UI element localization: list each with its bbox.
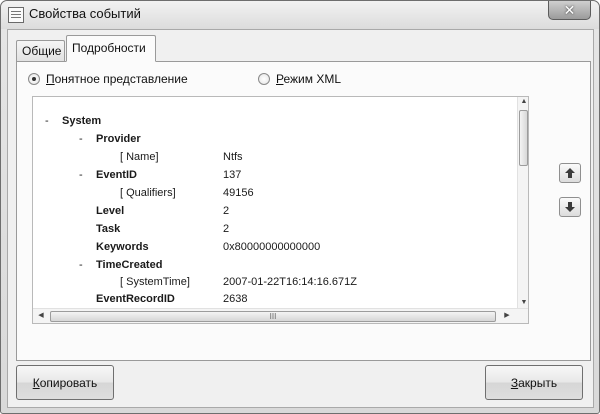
vertical-scrollbar[interactable]: ▲ ▼ xyxy=(517,97,528,308)
tree-key: [ Qualifiers] xyxy=(120,187,176,199)
tree-key: EventRecordID xyxy=(96,293,175,305)
tree-key: System xyxy=(62,115,102,127)
scroll-down-icon[interactable]: ▼ xyxy=(518,298,528,308)
next-event-button[interactable] xyxy=(559,197,581,217)
collapse-toggle[interactable]: - xyxy=(45,115,49,127)
xml-view-radio[interactable]: Режим XML xyxy=(258,72,341,86)
previous-event-button[interactable] xyxy=(559,163,581,183)
tree-value: 2007-01-22T16:14:16.671Z xyxy=(223,276,357,288)
tab-general[interactable]: Общие xyxy=(16,40,65,61)
friendly-view-label: Понятное представление xyxy=(46,72,188,86)
tree-value: Ntfs xyxy=(223,151,243,163)
vertical-scroll-thumb[interactable] xyxy=(519,110,528,166)
horizontal-scroll-thumb[interactable]: III xyxy=(50,311,496,322)
tree-value: 2 xyxy=(223,223,230,235)
radio-checked-icon xyxy=(28,73,40,85)
copy-label: опировать xyxy=(39,375,98,390)
collapse-toggle[interactable]: - xyxy=(79,133,83,145)
tree-value: 2 xyxy=(223,205,230,217)
tree-row: - xyxy=(45,113,49,129)
tree-key: TimeCreated xyxy=(96,259,163,271)
collapse-toggle[interactable]: - xyxy=(79,169,83,181)
title-bar[interactable]: Свойства событий ✕ xyxy=(1,1,599,29)
dialog-body: Общие Подробности Понятное представление… xyxy=(7,29,594,408)
close-button[interactable]: Закрыть xyxy=(485,365,583,400)
tab-details[interactable]: Подробности xyxy=(66,35,156,62)
tree-row: - xyxy=(79,257,83,273)
tree-value: 49156 xyxy=(223,187,254,199)
scroll-up-icon[interactable]: ▲ xyxy=(518,97,528,107)
xml-view-label: Режим XML xyxy=(276,72,342,86)
close-window-button[interactable]: ✕ xyxy=(548,1,591,20)
radio-unchecked-icon xyxy=(258,73,270,85)
event-viewer-icon xyxy=(8,7,24,23)
arrow-up-icon xyxy=(565,168,575,178)
tree-key: [ Name] xyxy=(120,151,159,163)
tree-row: - xyxy=(79,131,83,147)
horizontal-scrollbar[interactable]: ◀ III ▶ xyxy=(33,308,528,323)
tree-key: [ SystemTime] xyxy=(120,276,190,288)
scroll-left-icon[interactable]: ◀ xyxy=(34,309,48,323)
tree-key: EventID xyxy=(96,169,137,181)
window-title: Свойства событий xyxy=(29,6,141,21)
close-label: акрыть xyxy=(518,375,558,390)
scroll-right-icon[interactable]: ▶ xyxy=(500,309,514,323)
tree-key: Level xyxy=(96,205,125,217)
tree-value: 137 xyxy=(223,169,242,181)
close-accesskey: З xyxy=(510,375,519,390)
copy-button[interactable]: Копировать xyxy=(16,365,114,400)
tree-key: Provider xyxy=(96,133,141,145)
event-details-tree[interactable]: - System - Provider [ Name] Ntfs - Event… xyxy=(32,96,529,324)
collapse-toggle[interactable]: - xyxy=(79,259,83,271)
tree-value: 2638 xyxy=(223,293,248,305)
tree-row: - xyxy=(79,167,83,183)
tree-key: Keywords xyxy=(96,241,149,253)
copy-accesskey: К xyxy=(32,375,40,390)
tree-key: Task xyxy=(96,223,121,235)
tree-value: 0x80000000000000 xyxy=(223,241,321,253)
arrow-down-icon xyxy=(565,202,575,212)
friendly-view-radio[interactable]: Понятное представление xyxy=(28,72,188,86)
event-properties-window: Свойства событий ✕ Общие Подробности Пон… xyxy=(0,0,600,414)
